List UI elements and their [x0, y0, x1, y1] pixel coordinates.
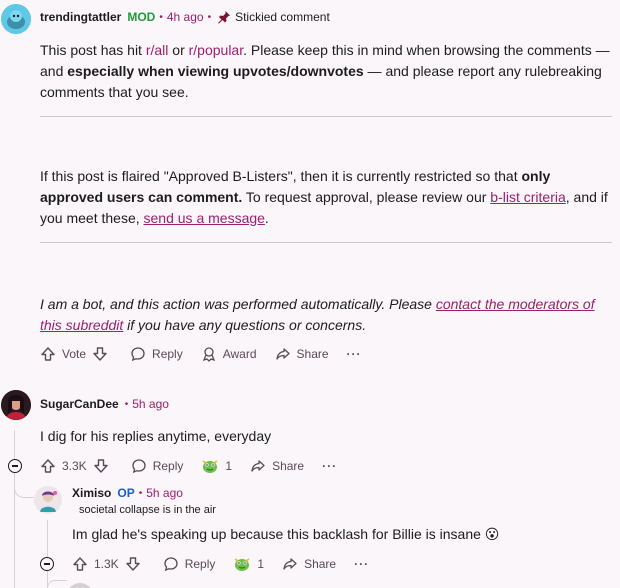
award-emoji-icon [202, 460, 218, 473]
upvote-icon[interactable] [40, 458, 56, 474]
stickied-indicator: Stickied comment [217, 10, 330, 24]
vote-group: 3.3K [40, 458, 113, 474]
more-options-button[interactable]: ··· [347, 347, 362, 361]
op-badge: OP [117, 486, 135, 500]
thread-line-main[interactable] [14, 430, 15, 588]
text-segment: . [264, 210, 269, 226]
share-button[interactable]: Share [275, 346, 329, 362]
username[interactable]: trendingtattler [40, 10, 121, 24]
user-avatar-icon [34, 486, 62, 514]
vote-count: 3.3K [62, 459, 87, 473]
snoo-avatar-icon [1, 4, 31, 34]
comment-actions: 3.3K Reply 1 Share ··· [40, 458, 337, 474]
avatar-ximiso[interactable] [34, 486, 62, 514]
comment-actions: Vote Reply Award Share ··· [40, 346, 362, 362]
comment-bubble-icon [164, 557, 178, 572]
comment-bubble-icon [131, 347, 145, 362]
reply-button[interactable]: Reply [163, 556, 216, 572]
reply-label: Reply [184, 557, 216, 571]
link-r-popular[interactable]: r/popular [189, 42, 243, 58]
timestamp[interactable]: 4h ago [167, 10, 204, 24]
pin-icon [218, 11, 231, 24]
reply-button[interactable]: Reply [130, 346, 183, 362]
text-segment: if you have any questions or concerns. [123, 317, 367, 333]
divider [40, 116, 612, 117]
comment-paragraph-2: If this post is flaired "Approved B-List… [40, 166, 612, 229]
comment-header: SugarCanDee • 5h ago [40, 397, 169, 411]
award-button[interactable]: 1 [233, 556, 264, 572]
reply-button[interactable]: Reply [131, 458, 184, 474]
avatar-trendingtattler[interactable] [1, 4, 31, 34]
vote-label: Vote [62, 347, 87, 361]
thread-connector [14, 478, 34, 498]
link-r-all[interactable]: r/all [146, 42, 169, 58]
more-options-button[interactable]: ··· [354, 557, 369, 571]
separator-dot: • [124, 398, 129, 410]
comment-text: I dig for his replies anytime, everyday [40, 428, 272, 444]
award-button[interactable]: Award [201, 346, 257, 362]
timestamp[interactable]: 5h ago [146, 486, 183, 500]
comment-text: Im glad he's speaking up because this ba… [72, 526, 500, 542]
vote-count: 1.3K [94, 557, 119, 571]
comment-paragraph-3: I am a bot, and this action was performe… [40, 294, 615, 336]
comment-paragraph-1: This post has hit r/all or r/popular. Pl… [40, 40, 615, 103]
downvote-icon[interactable] [93, 458, 109, 474]
separator-dot: • [138, 487, 143, 499]
avatar-next-reply[interactable] [66, 583, 94, 588]
separator-dot: • [207, 11, 212, 23]
award-button[interactable]: 1 [201, 458, 232, 474]
vote-group: 1.3K [72, 556, 145, 572]
reply-label: Reply [152, 347, 183, 361]
stickied-label: Stickied comment [235, 10, 330, 24]
share-button[interactable]: Share [282, 556, 336, 572]
link-b-list-criteria[interactable]: b-list criteria [490, 189, 565, 205]
text-segment: If this post is flaired "Approved B-List… [40, 168, 522, 184]
downvote-icon[interactable] [125, 556, 141, 572]
share-arrow-icon [275, 348, 290, 360]
text-segment: To request approval, please review our [242, 189, 491, 205]
downvote-icon[interactable] [92, 346, 108, 362]
divider [40, 242, 612, 243]
award-count: 1 [225, 459, 233, 473]
collapse-thread-button[interactable] [8, 459, 22, 473]
vote-group: Vote [40, 346, 112, 362]
comment-bubble-icon [132, 459, 146, 474]
share-label: Share [296, 347, 329, 361]
next-reply-connector [47, 580, 67, 588]
reply-label: Reply [152, 459, 184, 473]
username[interactable]: Ximiso [72, 486, 111, 500]
award-icon [202, 347, 215, 362]
user-flair: societal collapse is in the air [79, 504, 216, 516]
avatar-sugarcandee[interactable] [1, 390, 31, 420]
thread-line-reply[interactable] [47, 520, 48, 588]
user-avatar-icon [1, 390, 31, 420]
timestamp[interactable]: 5h ago [132, 397, 169, 411]
share-label: Share [272, 459, 305, 473]
collapse-thread-button[interactable] [40, 557, 54, 571]
share-arrow-icon [283, 558, 297, 570]
share-button[interactable]: Share [250, 458, 304, 474]
text-segment: This post has hit [40, 42, 146, 58]
share-arrow-icon [251, 460, 265, 472]
link-send-message[interactable]: send us a message [144, 210, 265, 226]
award-label: Award [222, 347, 257, 361]
upvote-icon[interactable] [40, 346, 56, 362]
text-segment: I am a bot, and this action was performe… [40, 296, 436, 312]
text-segment: or [168, 42, 189, 58]
award-emoji-icon [234, 558, 250, 571]
award-count: 1 [257, 557, 265, 571]
share-label: Share [304, 557, 337, 571]
username[interactable]: SugarCanDee [40, 397, 119, 411]
comment-actions: 1.3K Reply 1 Share ··· [72, 556, 369, 572]
separator-dot: • [159, 11, 163, 23]
more-options-button[interactable]: ··· [322, 459, 337, 473]
comment-header: trendingtattler MOD • 4h ago • Stickied … [40, 10, 330, 24]
upvote-icon[interactable] [72, 556, 88, 572]
mod-badge: MOD [127, 10, 156, 24]
comment-header: Ximiso OP • 5h ago [72, 486, 183, 500]
bold-text: especially when viewing upvotes/downvote… [67, 63, 364, 79]
